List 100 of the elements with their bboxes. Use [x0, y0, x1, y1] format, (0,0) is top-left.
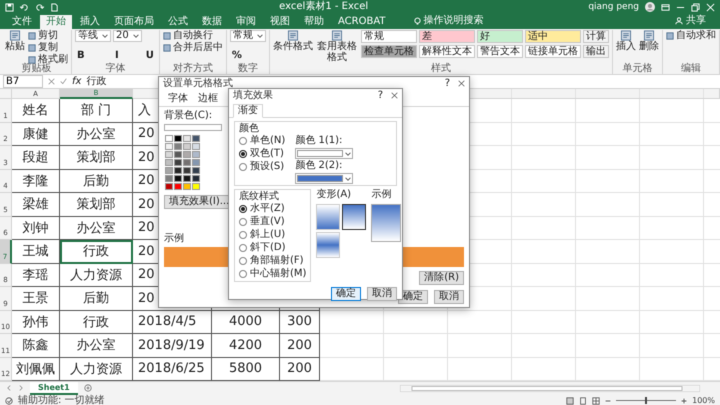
cell-style[interactable]: 常规 [360, 30, 417, 43]
radio-button[interactable]: 斜上(U) [239, 229, 286, 241]
ribbon-tab[interactable]: 页面布局 [108, 15, 160, 29]
radio-button[interactable]: 预设(S) [239, 161, 284, 173]
horizontal-scrollbar[interactable] [400, 384, 700, 392]
add-sheet-icon[interactable] [84, 384, 92, 392]
color-swatch[interactable] [165, 167, 173, 174]
format-button[interactable]: % [230, 50, 244, 61]
dialog-tab[interactable]: 渐变 [233, 104, 263, 118]
ribbon-command[interactable]: 自动换行 [162, 30, 213, 41]
close-icon[interactable] [391, 92, 398, 99]
radio-button[interactable]: 水平(Z) [239, 203, 285, 215]
cell-style[interactable]: 链接单元格 [524, 45, 581, 58]
format-button[interactable]: B [75, 50, 87, 61]
ribbon-tab[interactable]: 插入 [74, 15, 106, 29]
insert-function-button[interactable]: fx [72, 76, 82, 87]
zoom-out-icon[interactable] [605, 398, 612, 404]
previous-sheet-icon[interactable] [6, 385, 12, 391]
color-swatch[interactable] [174, 175, 182, 182]
color-swatch[interactable] [192, 167, 200, 174]
clear-button[interactable]: 清除(R) [419, 271, 464, 285]
radio-button[interactable]: 斜下(D) [239, 242, 286, 254]
cell-style[interactable]: 警告文本 [476, 45, 523, 58]
cell-style[interactable]: 检查单元格 [360, 45, 417, 58]
ribbon-command[interactable]: 合并后居中 [162, 42, 223, 53]
format-button[interactable]: U [144, 50, 156, 61]
color-swatch[interactable] [183, 167, 191, 174]
tell-me-search[interactable]: 操作说明搜索 [408, 13, 490, 29]
redo-icon[interactable] [35, 2, 44, 12]
color-swatch[interactable] [165, 151, 173, 158]
ribbon-tab[interactable]: 帮助 [298, 15, 330, 29]
ribbon-tab[interactable]: 审阅 [230, 15, 262, 29]
color-swatch[interactable] [165, 183, 173, 190]
normal-view-icon[interactable] [566, 396, 574, 404]
zoom-in-icon[interactable] [681, 398, 688, 404]
page-layout-icon[interactable] [579, 396, 588, 404]
close-icon[interactable] [458, 80, 465, 87]
cell-style[interactable]: 差 [418, 30, 475, 43]
color-swatch[interactable] [192, 143, 200, 150]
sheet-tab[interactable]: Sheet1 [30, 382, 78, 394]
color-swatch[interactable] [174, 151, 182, 158]
radio-button[interactable]: 中心辐射(M) [239, 268, 306, 280]
cell-style[interactable]: 好 [476, 30, 523, 43]
ribbon-tab[interactable]: 文件 [6, 15, 38, 29]
color-swatch[interactable] [174, 167, 182, 174]
color-swatch[interactable] [174, 143, 182, 150]
cell-style[interactable]: 解释性文本 [418, 45, 475, 58]
color-swatch[interactable] [174, 135, 182, 142]
color-swatch[interactable] [183, 143, 191, 150]
cell-style[interactable]: 计算 [582, 30, 609, 43]
color-swatch[interactable] [183, 159, 191, 166]
cancel-button[interactable]: 取消 [434, 290, 464, 304]
undo-icon[interactable] [20, 2, 29, 12]
color-swatch[interactable] [165, 143, 173, 150]
radio-button[interactable]: 垂直(V) [239, 216, 285, 228]
ribbon-tab[interactable]: ACROBAT [332, 15, 392, 29]
ribbon-command[interactable]: 复制 [28, 42, 58, 53]
save-icon[interactable] [5, 2, 14, 12]
dropdown-field[interactable]: 常规 [230, 30, 266, 42]
cell-style[interactable]: 适中 [524, 30, 581, 43]
color-dropdown[interactable] [295, 173, 354, 184]
cancel-button[interactable]: 取消 [367, 287, 397, 301]
cancel-icon[interactable] [48, 78, 55, 85]
ribbon-tab[interactable]: 视图 [264, 15, 296, 29]
ribbon-command[interactable]: 粘贴 [5, 30, 25, 63]
ribbon-command[interactable]: 删除 [638, 30, 659, 63]
ribbon-tab[interactable]: 开始 [40, 15, 72, 29]
color-swatch[interactable] [165, 159, 173, 166]
color-swatch[interactable] [192, 159, 200, 166]
radio-button[interactable]: 单色(N) [239, 135, 286, 147]
radio-button[interactable]: 双色(T) [239, 148, 284, 160]
dropdown-field[interactable]: 等线 [75, 30, 111, 42]
gradient-variant[interactable] [342, 204, 366, 230]
ribbon-tab[interactable]: 公式 [162, 15, 194, 29]
cell-style[interactable]: 输出 [582, 45, 609, 58]
format-button[interactable]: I [113, 50, 121, 61]
share-button[interactable]: 共享 [669, 13, 712, 29]
ribbon-display-icon[interactable] [661, 2, 670, 12]
ribbon-command[interactable]: 插入 [616, 30, 636, 63]
ribbon-command[interactable]: 剪切 [28, 30, 58, 41]
page-break-icon[interactable] [592, 396, 600, 404]
radio-button[interactable]: 角部辐射(F) [239, 255, 304, 267]
color-swatch[interactable] [183, 151, 191, 158]
color-swatch[interactable] [192, 151, 200, 158]
color-swatch[interactable] [174, 159, 182, 166]
color-swatch[interactable] [183, 135, 191, 142]
color-swatch[interactable] [192, 175, 200, 182]
color-swatch[interactable] [192, 183, 200, 190]
help-button[interactable]: ? [378, 90, 383, 102]
next-sheet-icon[interactable] [18, 385, 24, 391]
restore-icon[interactable] [691, 2, 700, 12]
ribbon-command[interactable]: 自动求和 [666, 30, 716, 41]
document-icon[interactable] [50, 2, 59, 12]
name-box[interactable]: B7 [3, 75, 43, 88]
formula-field[interactable]: 行政 [86, 76, 106, 87]
color-swatch[interactable] [183, 175, 191, 182]
check-icon[interactable] [60, 78, 67, 85]
ribbon-command[interactable]: 条件格式 [272, 30, 313, 63]
avatar-icon[interactable] [645, 2, 655, 12]
ok-button[interactable]: 确定 [331, 287, 361, 301]
